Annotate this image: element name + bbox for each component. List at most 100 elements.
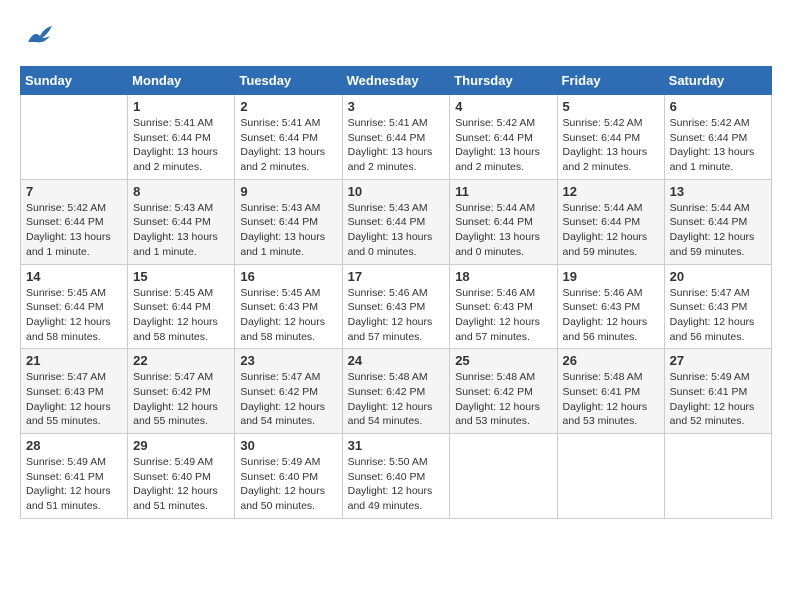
calendar-cell: 8 Sunrise: 5:43 AM Sunset: 6:44 PM Daylig… bbox=[128, 179, 235, 264]
calendar-cell: 1 Sunrise: 5:41 AM Sunset: 6:44 PM Daylig… bbox=[128, 95, 235, 180]
calendar-cell: 29 Sunrise: 5:49 AM Sunset: 6:40 PM Dayli… bbox=[128, 434, 235, 519]
calendar-cell: 7 Sunrise: 5:42 AM Sunset: 6:44 PM Daylig… bbox=[21, 179, 128, 264]
day-number: 27 bbox=[670, 353, 766, 368]
calendar-cell bbox=[21, 95, 128, 180]
day-info: Sunrise: 5:46 AM Sunset: 6:43 PM Dayligh… bbox=[563, 286, 659, 345]
day-info: Sunrise: 5:49 AM Sunset: 6:41 PM Dayligh… bbox=[26, 455, 122, 514]
calendar-cell: 4Sunrise: 5:42 AM Sunset: 6:44 PM Daylig… bbox=[450, 95, 557, 180]
day-number: 20 bbox=[670, 269, 766, 284]
day-number: 29 bbox=[133, 438, 229, 453]
day-number: 24 bbox=[348, 353, 445, 368]
calendar-cell: 16 Sunrise: 5:45 AM Sunset: 6:43 PM Dayli… bbox=[235, 264, 342, 349]
calendar-cell: 6Sunrise: 5:42 AM Sunset: 6:44 PM Daylig… bbox=[664, 95, 771, 180]
day-number: 16 bbox=[240, 269, 336, 284]
calendar-cell bbox=[450, 434, 557, 519]
day-number: 28 bbox=[26, 438, 122, 453]
calendar-cell: 20 Sunrise: 5:47 AM Sunset: 6:43 PM Dayli… bbox=[664, 264, 771, 349]
day-number: 11 bbox=[455, 184, 551, 199]
day-info: Sunrise: 5:48 AM Sunset: 6:42 PM Dayligh… bbox=[455, 370, 551, 429]
day-number: 30 bbox=[240, 438, 336, 453]
day-info: Sunrise: 5:45 AM Sunset: 6:44 PM Dayligh… bbox=[26, 286, 122, 345]
calendar-cell bbox=[557, 434, 664, 519]
day-number: 2 bbox=[240, 99, 336, 114]
calendar-cell: 24 Sunrise: 5:48 AM Sunset: 6:42 PM Dayli… bbox=[342, 349, 450, 434]
calendar-cell: 5Sunrise: 5:42 AM Sunset: 6:44 PM Daylig… bbox=[557, 95, 664, 180]
day-info: Sunrise: 5:41 AM Sunset: 6:44 PM Dayligh… bbox=[133, 116, 229, 175]
day-info: Sunrise: 5:47 AM Sunset: 6:43 PM Dayligh… bbox=[670, 286, 766, 345]
day-info: Sunrise: 5:44 AM Sunset: 6:44 PM Dayligh… bbox=[455, 201, 551, 260]
day-number: 19 bbox=[563, 269, 659, 284]
weekday-header-tuesday: Tuesday bbox=[235, 67, 342, 95]
day-info: Sunrise: 5:49 AM Sunset: 6:40 PM Dayligh… bbox=[133, 455, 229, 514]
day-number: 25 bbox=[455, 353, 551, 368]
day-number: 13 bbox=[670, 184, 766, 199]
weekday-header-monday: Monday bbox=[128, 67, 235, 95]
day-number: 8 bbox=[133, 184, 229, 199]
day-info: Sunrise: 5:43 AM Sunset: 6:44 PM Dayligh… bbox=[240, 201, 336, 260]
day-number: 1 bbox=[133, 99, 229, 114]
day-info: Sunrise: 5:47 AM Sunset: 6:42 PM Dayligh… bbox=[133, 370, 229, 429]
day-info: Sunrise: 5:48 AM Sunset: 6:42 PM Dayligh… bbox=[348, 370, 445, 429]
calendar-cell: 10Sunrise: 5:43 AM Sunset: 6:44 PM Dayli… bbox=[342, 179, 450, 264]
day-number: 3 bbox=[348, 99, 445, 114]
calendar-cell: 30 Sunrise: 5:49 AM Sunset: 6:40 PM Dayli… bbox=[235, 434, 342, 519]
day-info: Sunrise: 5:42 AM Sunset: 6:44 PM Dayligh… bbox=[455, 116, 551, 175]
calendar-week-row: 7 Sunrise: 5:42 AM Sunset: 6:44 PM Daylig… bbox=[21, 179, 772, 264]
calendar-cell: 22 Sunrise: 5:47 AM Sunset: 6:42 PM Dayli… bbox=[128, 349, 235, 434]
day-info: Sunrise: 5:41 AM Sunset: 6:44 PM Dayligh… bbox=[240, 116, 336, 175]
calendar-cell: 25 Sunrise: 5:48 AM Sunset: 6:42 PM Dayli… bbox=[450, 349, 557, 434]
day-info: Sunrise: 5:45 AM Sunset: 6:44 PM Dayligh… bbox=[133, 286, 229, 345]
day-number: 21 bbox=[26, 353, 122, 368]
weekday-header-friday: Friday bbox=[557, 67, 664, 95]
day-info: Sunrise: 5:50 AM Sunset: 6:40 PM Dayligh… bbox=[348, 455, 445, 514]
day-number: 15 bbox=[133, 269, 229, 284]
day-info: Sunrise: 5:44 AM Sunset: 6:44 PM Dayligh… bbox=[670, 201, 766, 260]
calendar-cell: 11 Sunrise: 5:44 AM Sunset: 6:44 PM Dayli… bbox=[450, 179, 557, 264]
calendar-cell bbox=[664, 434, 771, 519]
day-info: Sunrise: 5:46 AM Sunset: 6:43 PM Dayligh… bbox=[455, 286, 551, 345]
day-info: Sunrise: 5:41 AM Sunset: 6:44 PM Dayligh… bbox=[348, 116, 445, 175]
day-number: 12 bbox=[563, 184, 659, 199]
logo-icon bbox=[20, 20, 56, 56]
logo bbox=[20, 20, 60, 56]
day-info: Sunrise: 5:43 AM Sunset: 6:44 PM Dayligh… bbox=[348, 201, 445, 260]
day-info: Sunrise: 5:43 AM Sunset: 6:44 PM Dayligh… bbox=[133, 201, 229, 260]
calendar-cell: 21 Sunrise: 5:47 AM Sunset: 6:43 PM Dayli… bbox=[21, 349, 128, 434]
day-info: Sunrise: 5:49 AM Sunset: 6:41 PM Dayligh… bbox=[670, 370, 766, 429]
day-info: Sunrise: 5:46 AM Sunset: 6:43 PM Dayligh… bbox=[348, 286, 445, 345]
calendar-cell: 17 Sunrise: 5:46 AM Sunset: 6:43 PM Dayli… bbox=[342, 264, 450, 349]
calendar-week-row: 21 Sunrise: 5:47 AM Sunset: 6:43 PM Dayli… bbox=[21, 349, 772, 434]
weekday-header-sunday: Sunday bbox=[21, 67, 128, 95]
calendar-week-row: 28 Sunrise: 5:49 AM Sunset: 6:41 PM Dayli… bbox=[21, 434, 772, 519]
day-number: 22 bbox=[133, 353, 229, 368]
page-header bbox=[20, 20, 772, 56]
day-number: 14 bbox=[26, 269, 122, 284]
day-number: 5 bbox=[563, 99, 659, 114]
calendar-week-row: 1 Sunrise: 5:41 AM Sunset: 6:44 PM Daylig… bbox=[21, 95, 772, 180]
calendar-cell: 3 Sunrise: 5:41 AM Sunset: 6:44 PM Daylig… bbox=[342, 95, 450, 180]
day-number: 17 bbox=[348, 269, 445, 284]
day-number: 9 bbox=[240, 184, 336, 199]
day-info: Sunrise: 5:42 AM Sunset: 6:44 PM Dayligh… bbox=[26, 201, 122, 260]
calendar-cell: 27 Sunrise: 5:49 AM Sunset: 6:41 PM Dayli… bbox=[664, 349, 771, 434]
day-info: Sunrise: 5:48 AM Sunset: 6:41 PM Dayligh… bbox=[563, 370, 659, 429]
weekday-header-wednesday: Wednesday bbox=[342, 67, 450, 95]
calendar-cell: 13 Sunrise: 5:44 AM Sunset: 6:44 PM Dayli… bbox=[664, 179, 771, 264]
day-info: Sunrise: 5:49 AM Sunset: 6:40 PM Dayligh… bbox=[240, 455, 336, 514]
calendar-cell: 2 Sunrise: 5:41 AM Sunset: 6:44 PM Daylig… bbox=[235, 95, 342, 180]
calendar-cell: 12 Sunrise: 5:44 AM Sunset: 6:44 PM Dayli… bbox=[557, 179, 664, 264]
calendar-table: SundayMondayTuesdayWednesdayThursdayFrid… bbox=[20, 66, 772, 519]
calendar-cell: 31 Sunrise: 5:50 AM Sunset: 6:40 PM Dayli… bbox=[342, 434, 450, 519]
day-info: Sunrise: 5:44 AM Sunset: 6:44 PM Dayligh… bbox=[563, 201, 659, 260]
day-number: 6 bbox=[670, 99, 766, 114]
day-info: Sunrise: 5:47 AM Sunset: 6:43 PM Dayligh… bbox=[26, 370, 122, 429]
calendar-cell: 26Sunrise: 5:48 AM Sunset: 6:41 PM Dayli… bbox=[557, 349, 664, 434]
day-info: Sunrise: 5:45 AM Sunset: 6:43 PM Dayligh… bbox=[240, 286, 336, 345]
calendar-cell: 23Sunrise: 5:47 AM Sunset: 6:42 PM Dayli… bbox=[235, 349, 342, 434]
day-number: 7 bbox=[26, 184, 122, 199]
weekday-header-row: SundayMondayTuesdayWednesdayThursdayFrid… bbox=[21, 67, 772, 95]
day-number: 31 bbox=[348, 438, 445, 453]
calendar-cell: 14 Sunrise: 5:45 AM Sunset: 6:44 PM Dayli… bbox=[21, 264, 128, 349]
calendar-cell: 15 Sunrise: 5:45 AM Sunset: 6:44 PM Dayli… bbox=[128, 264, 235, 349]
calendar-week-row: 14 Sunrise: 5:45 AM Sunset: 6:44 PM Dayli… bbox=[21, 264, 772, 349]
